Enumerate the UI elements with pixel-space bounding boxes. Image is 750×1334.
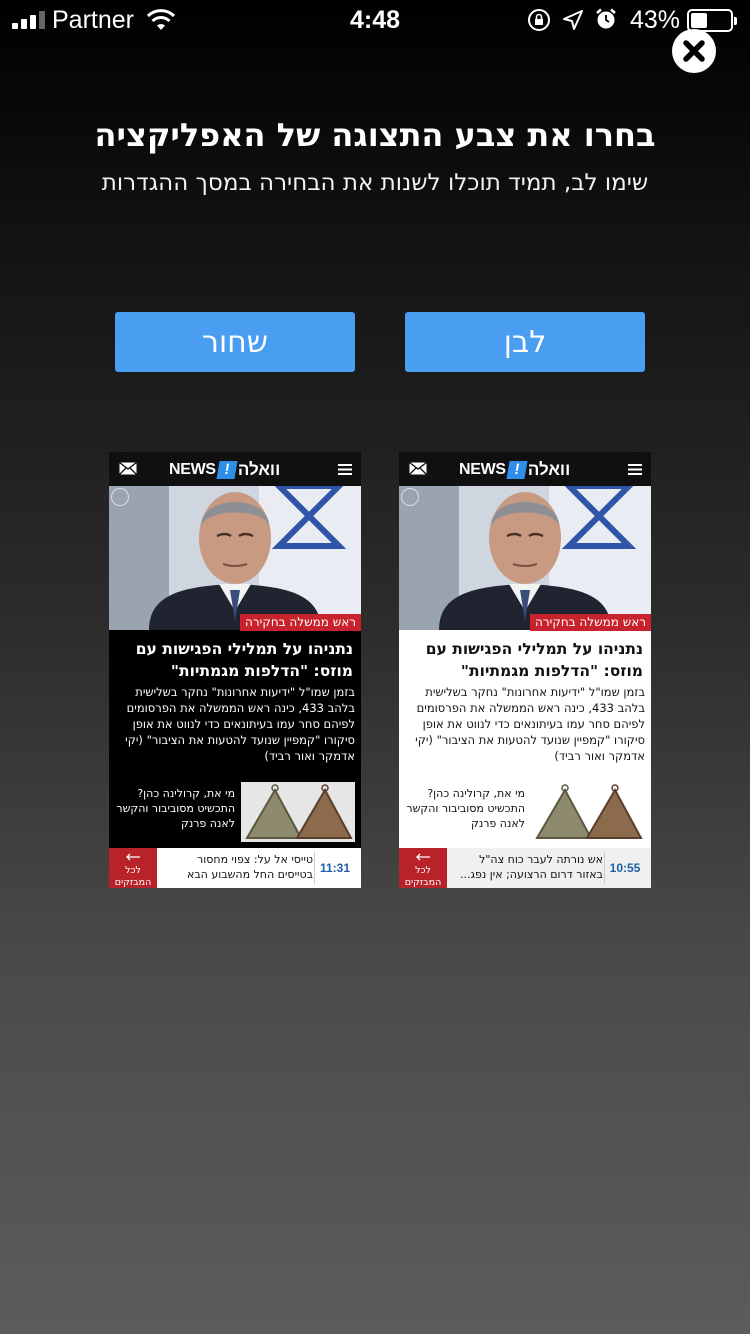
play-video-icon [111,488,129,506]
article-category-tag: ראש ממשלה בחקירה [530,614,651,631]
article-photo [109,486,361,630]
flash-time: 10:55 [609,861,641,875]
article-summary: בזמן שמו"ל "ידיעות אחרונות" נחקר בשלישית… [125,685,355,763]
all-flashes-link: לכל המבזקים [109,848,157,888]
status-bar: Partner 4:48 43% [0,0,750,40]
article-photo [399,486,651,630]
orientation-lock-icon [528,9,550,31]
article-summary: בזמן שמו"ל "ידיעות אחרונות" נחקר בשלישית… [415,685,645,763]
arrow-left-icon [126,853,140,861]
flash-news-bar: 10:55 אש נורתה לעבר כוח צה"ל באזור דרום … [399,848,651,888]
dialog-title: בחרו את צבע התצוגה של האפליקציה [94,116,656,154]
battery-level [691,13,707,28]
mail-icon [409,462,427,475]
teaser-thumbnail [531,782,645,842]
battery-percent: 43% [630,6,681,34]
close-icon [683,40,705,62]
mail-icon [119,462,137,475]
menu-icon [338,464,352,475]
flash-news-bar: 11:31 טייסי אל על: צפוי מחסור בטייסים הח… [109,848,361,888]
white-theme-button[interactable]: לבן [405,312,645,372]
play-video-icon [401,488,419,506]
dialog-subtitle: שימו לב, תמיד תוכלו לשנות את הבחירה במסך… [101,170,649,196]
teaser-thumbnail [241,782,355,842]
dark-theme-preview[interactable]: NEWS ! וואלה ראש ממשלה בחקירה נתניהו על … [109,452,361,888]
flash-text: אש נורתה לעבר כוח צה"ל באזור דרום הרצועה… [459,853,603,881]
article-headline: נתניהו על תמלילי הפגישות עם מוזס: "הדלפו… [135,640,353,680]
all-flashes-link: לכל המבזקים [399,848,447,888]
flash-text: טייסי אל על: צפוי מחסור בטייסים החל מהשב… [186,853,313,881]
article-category-tag: ראש ממשלה בחקירה [240,614,361,631]
preview-header: NEWS ! וואלה [399,452,651,486]
preview-header: NEWS ! וואלה [109,452,361,486]
close-button[interactable] [672,29,716,73]
article-headline: נתניהו על תמלילי הפגישות עם מוזס: "הדלפו… [425,640,643,680]
menu-icon [628,464,642,475]
light-theme-preview[interactable]: NEWS ! וואלה ראש ממשלה בחקירה נתניהו על … [399,452,651,888]
teaser-text: מי את, קרולינה כהן? התכשיט מסוביבור והקש… [406,787,525,830]
location-icon [563,10,583,30]
arrow-left-icon [416,853,430,861]
walla-news-logo: NEWS ! וואלה [459,460,571,479]
alarm-icon [596,8,616,29]
flash-time: 11:31 [319,861,351,875]
walla-news-logo: NEWS ! וואלה [169,460,281,479]
black-theme-button[interactable]: שחור [115,312,355,372]
teaser-text: מי את, קרולינה כהן? התכשיט מסוביבור והקש… [116,787,235,830]
